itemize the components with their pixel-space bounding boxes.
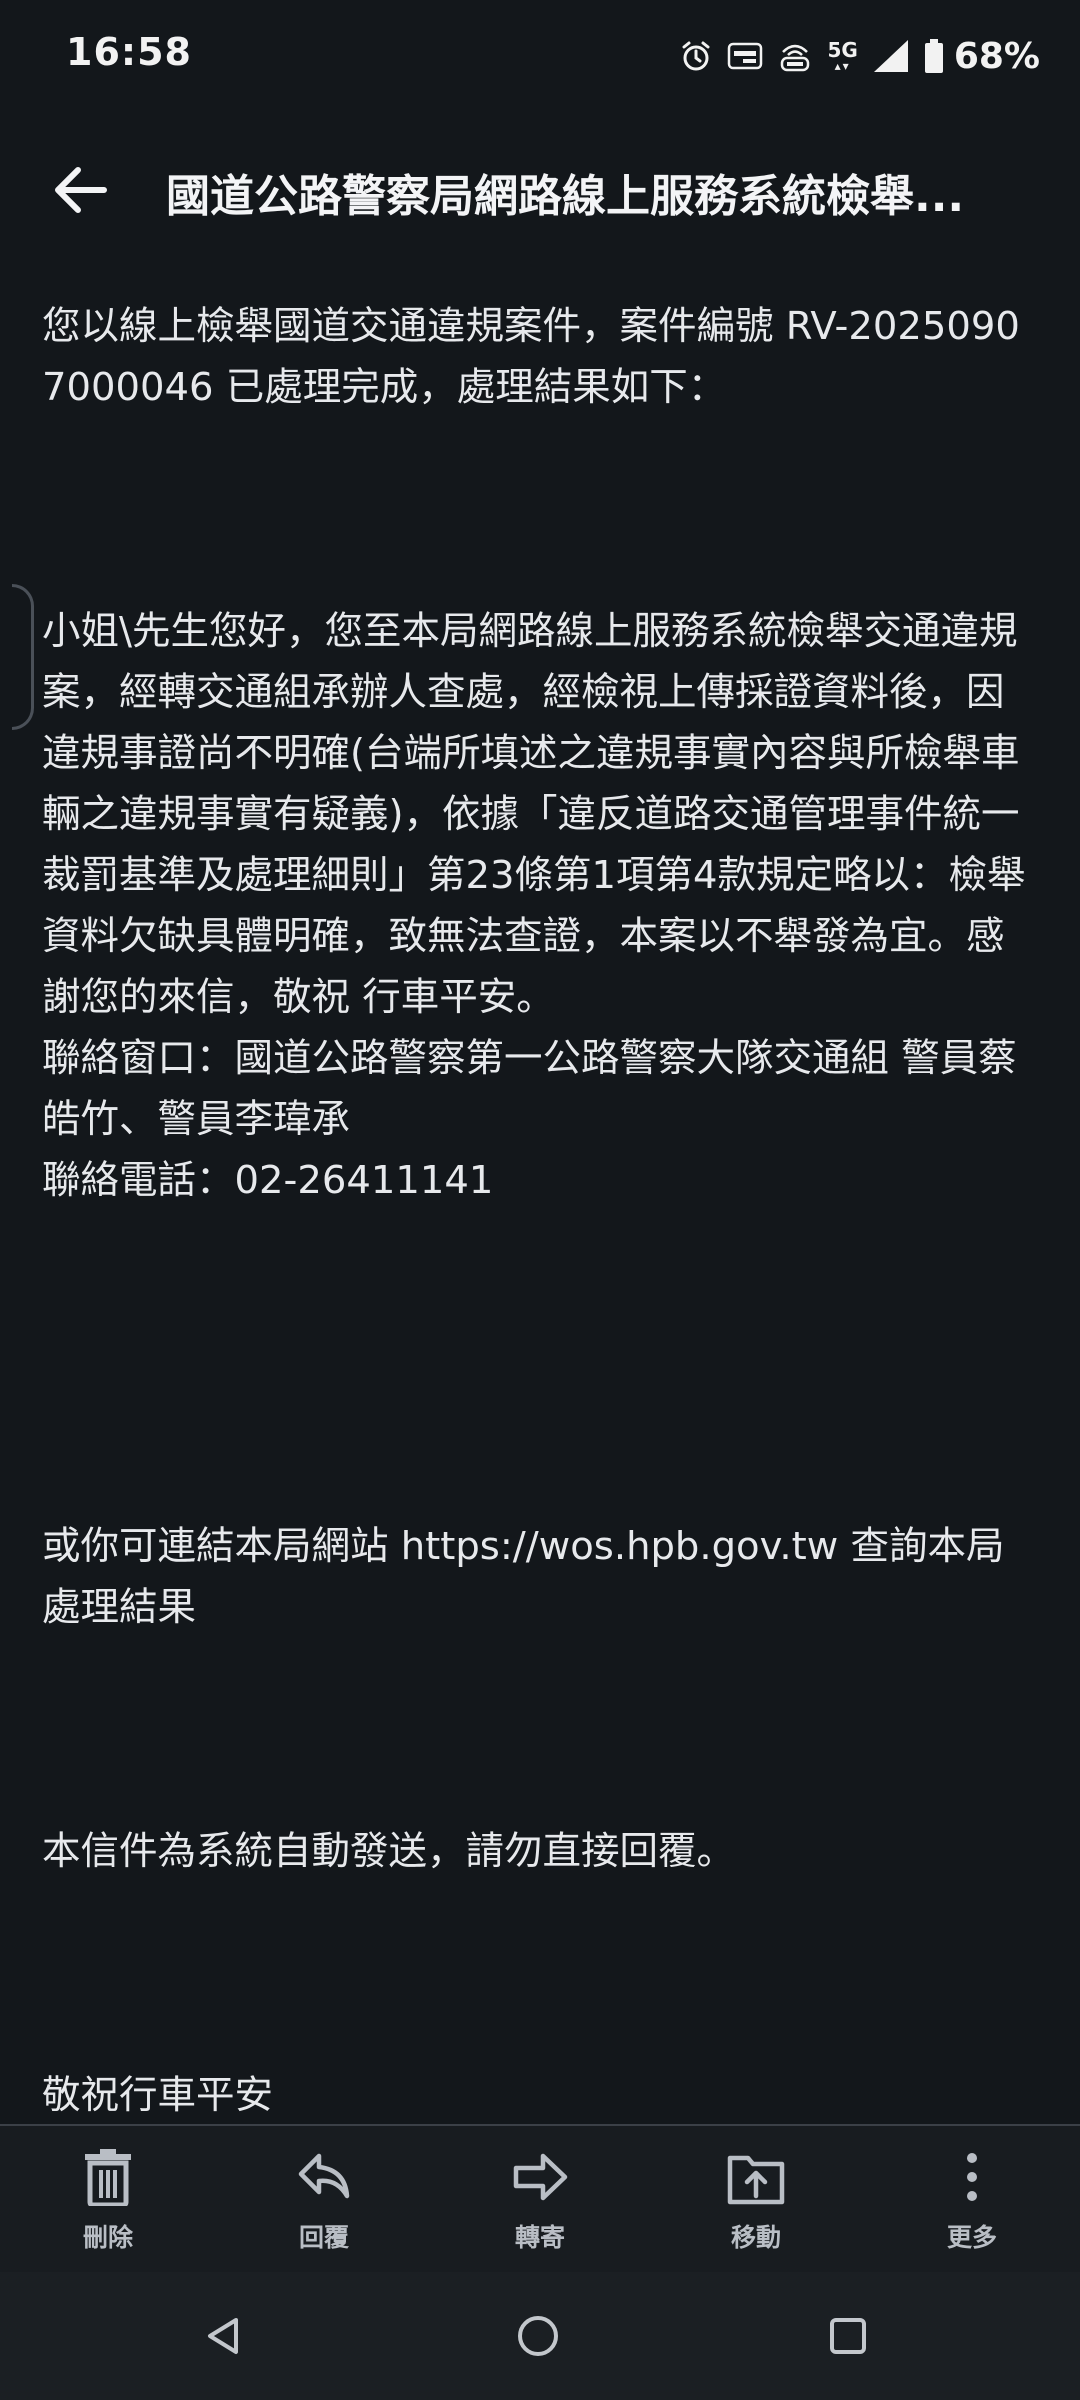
alarm-icon bbox=[679, 39, 713, 73]
signal-icon bbox=[872, 38, 910, 74]
contact-phone[interactable]: 聯絡電話：02-26411141 bbox=[42, 1150, 1042, 1211]
battery-icon bbox=[924, 38, 944, 74]
nav-home-button[interactable] bbox=[502, 2300, 574, 2372]
move-label: 移動 bbox=[730, 2223, 781, 2252]
move-button[interactable]: 移動 bbox=[676, 2126, 836, 2272]
network-type: 5G bbox=[827, 38, 858, 62]
data-activity-arrows: ▴▾ bbox=[834, 59, 851, 73]
back-button[interactable] bbox=[44, 154, 116, 226]
closing-text: 敬祝行車平安 bbox=[42, 2073, 274, 2118]
status-time: 16:58 bbox=[66, 30, 192, 74]
auto-hd-icon bbox=[727, 41, 763, 71]
more-label: 更多 bbox=[946, 2223, 997, 2252]
delete-button[interactable]: 刪除 bbox=[28, 2126, 188, 2272]
email-action-bar: 刪除 回覆 轉寄 移動 更多 bbox=[0, 2124, 1080, 2272]
contact-window: 聯絡窗口：國道公路警察第一公路警察大隊交通組 警員蔡皓竹、警員李瑋承 bbox=[42, 1036, 1017, 1142]
website-link-text[interactable]: 或你可連結本局網站 https://wos.hpb.gov.tw 查詢本局處理結… bbox=[42, 1516, 1042, 1638]
edge-panel-handle[interactable] bbox=[12, 584, 34, 730]
auto-send-notice: 本信件為系統自動發送，請勿直接回覆。 bbox=[42, 1829, 736, 1874]
5g-icon: 5G ▴▾ bbox=[827, 40, 857, 72]
email-main-text: 小姐\先生您好，您至本局網路線上服務系統檢舉交通違規案，經轉交通組承辦人查處，經… bbox=[42, 609, 1026, 1020]
page-title: 國道公路警察局網路線上服務系統檢舉... bbox=[166, 171, 965, 222]
volte-icon bbox=[777, 38, 813, 74]
move-icon bbox=[727, 2155, 785, 2205]
status-bar: 16:58 5G ▴▾ 68% bbox=[0, 0, 1080, 118]
forward-label: 轉寄 bbox=[514, 2223, 565, 2252]
forward-button[interactable]: 轉寄 bbox=[460, 2126, 620, 2272]
battery-percent: 68% bbox=[953, 35, 1040, 77]
reply-icon bbox=[298, 2153, 350, 2199]
nav-recents-button[interactable] bbox=[812, 2300, 884, 2372]
back-triangle-icon bbox=[208, 2318, 238, 2354]
delete-label: 刪除 bbox=[82, 2223, 133, 2252]
email-intro: 您以線上檢舉國道交通違規案件，案件編號 RV-20250907000046 已處… bbox=[42, 304, 1020, 410]
more-button[interactable]: 更多 bbox=[892, 2126, 1052, 2272]
email-body: 您以線上檢舉國道交通違規案件，案件編號 RV-20250907000046 已處… bbox=[42, 296, 1042, 2118]
forward-icon bbox=[513, 2153, 568, 2201]
arrow-left-icon bbox=[55, 167, 107, 213]
reply-button[interactable]: 回覆 bbox=[244, 2126, 404, 2272]
more-vertical-icon bbox=[967, 2153, 977, 2201]
status-icons: 5G ▴▾ 68% bbox=[679, 34, 1040, 78]
trash-icon bbox=[85, 2149, 131, 2206]
reply-label: 回覆 bbox=[298, 2223, 349, 2252]
nav-back-button[interactable] bbox=[188, 2300, 260, 2372]
system-navigation-bar bbox=[0, 2272, 1080, 2400]
app-bar: 國道公路警察局網路線上服務系統檢舉... bbox=[0, 118, 1080, 262]
recents-square-icon bbox=[830, 2318, 866, 2354]
home-circle-icon bbox=[518, 2316, 558, 2356]
